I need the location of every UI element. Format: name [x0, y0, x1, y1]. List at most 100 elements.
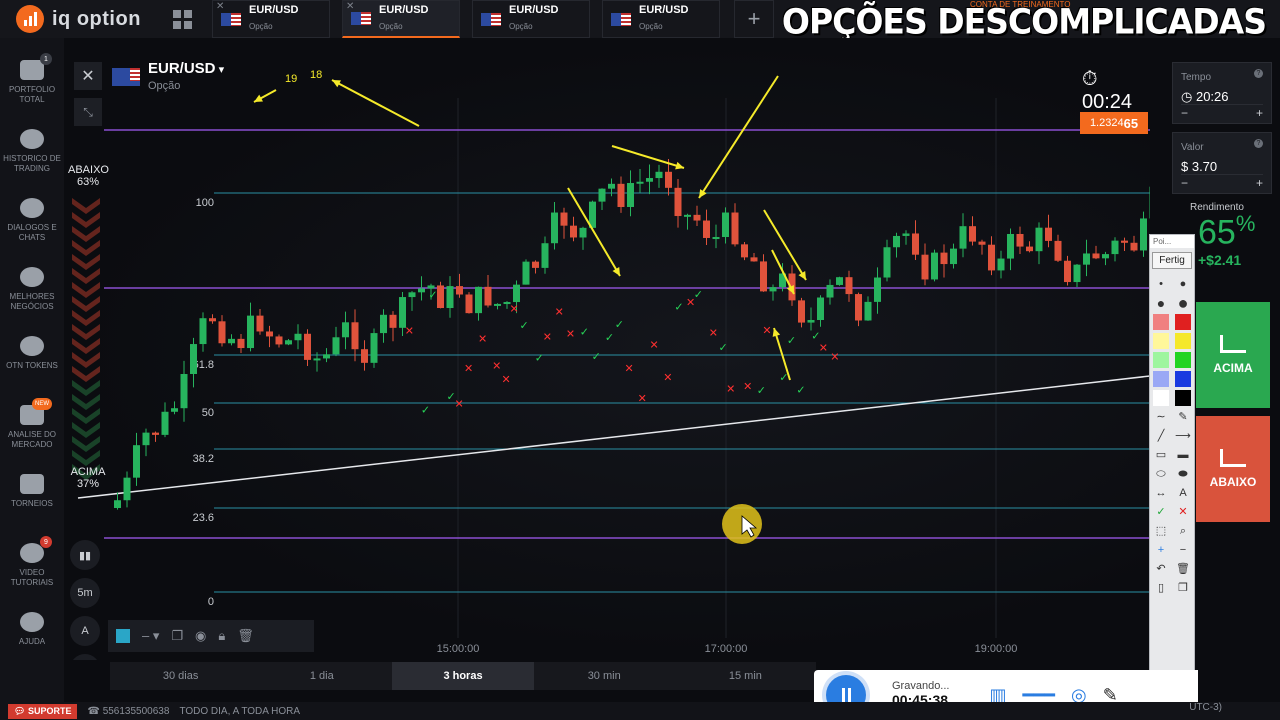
trash-icon[interactable]: 🗑︎: [1175, 561, 1191, 577]
page-icon[interactable]: ▯: [1153, 580, 1169, 596]
plus-button[interactable]: +: [1256, 176, 1263, 190]
line-style-icon[interactable]: – ▾: [142, 628, 159, 644]
ellipse-icon[interactable]: ⬭: [1153, 466, 1169, 482]
color-pink-icon[interactable]: [1153, 314, 1169, 330]
minus-button[interactable]: −: [1181, 106, 1188, 120]
sidebar-item-chats[interactable]: DIALOGOS E CHATS: [0, 176, 64, 245]
win-check-mark: ✓: [787, 334, 796, 347]
freehand-icon[interactable]: ∼: [1153, 409, 1169, 425]
sidebar-item-tournaments[interactable]: TORNEIOS: [0, 452, 64, 521]
color-yellow-icon[interactable]: [1175, 333, 1191, 349]
sentiment-down: ABAIXO 63%: [68, 164, 109, 188]
color-swatch[interactable]: [116, 629, 130, 643]
time-field[interactable]: Tempo? ◷ 20:26 − +: [1172, 62, 1272, 124]
trash-icon[interactable]: 🗑︎: [237, 628, 254, 644]
sentiment-chevron: [72, 310, 100, 326]
close-chart-button[interactable]: ✕: [74, 62, 102, 90]
amount-field[interactable]: Valor? $ 3.70 − +: [1172, 132, 1272, 194]
chart-down-icon: [1220, 449, 1246, 467]
help-icon[interactable]: ?: [1254, 139, 1263, 148]
copy-icon[interactable]: ❐: [1175, 580, 1191, 596]
sidebar-item-video-tutorials[interactable]: 9 VIDEO TUTORIAIS: [0, 521, 64, 590]
sidebar-item-best-deals[interactable]: MELHORES NEGÓCIOS: [0, 245, 64, 314]
tab-close-icon[interactable]: ✕: [346, 1, 354, 12]
color-lightgreen-icon[interactable]: [1153, 352, 1169, 368]
add-icon[interactable]: +: [1153, 542, 1169, 558]
annotation-tools-grid: • ● ● ● ∼ ✎ ╱ ⟶ ▭ ▬ ⬭ ⬬ ↔ A ✓ ✕ ⬚ ⌕ + − ↶ 🗑︎ ▯ ❐: [1150, 273, 1194, 599]
sidebar-item-history[interactable]: HISTORICO DE TRADING: [0, 107, 64, 176]
dot-large-icon[interactable]: ●: [1153, 295, 1169, 311]
color-white-icon[interactable]: [1153, 390, 1169, 406]
timescale-option[interactable]: 30 dias: [110, 662, 251, 690]
color-blue-icon[interactable]: [1175, 371, 1191, 387]
sidebar-item-market-analysis[interactable]: NEW ANALISE DO MERCADO: [0, 383, 64, 452]
support-button[interactable]: 💬︎ SUPORTE: [8, 703, 78, 719]
color-red-icon[interactable]: [1175, 314, 1191, 330]
help-icon[interactable]: ?: [1254, 69, 1263, 78]
win-check-mark: ✓: [796, 384, 805, 397]
annotation-arrow: [763, 209, 807, 281]
select-area-icon[interactable]: ⬚: [1153, 523, 1169, 539]
drawing-tools-icon[interactable]: A: [70, 616, 100, 646]
tab-type: Opção: [379, 21, 403, 31]
color-lightblue-icon[interactable]: [1153, 371, 1169, 387]
rectangle-icon[interactable]: ▭: [1153, 447, 1169, 463]
asset-grid-button[interactable]: [164, 0, 200, 38]
sidebar-item-help[interactable]: AJUDA: [0, 590, 64, 659]
chart-type-icon[interactable]: ▮▮: [70, 540, 100, 570]
undo-icon[interactable]: ↶: [1153, 561, 1169, 577]
plus-button[interactable]: +: [1256, 106, 1263, 120]
candle-body: [152, 432, 159, 435]
color-lightyellow-icon[interactable]: [1153, 333, 1169, 349]
call-up-button[interactable]: ACIMA: [1196, 302, 1270, 408]
double-arrow-icon[interactable]: ↔: [1153, 485, 1169, 501]
asset-header[interactable]: EUR/USD Opção: [112, 60, 224, 92]
timescale-option-selected[interactable]: 3 horas: [392, 662, 534, 690]
chart-area[interactable]: 100 61.8 50 38.2 23.6 0 19 18 ✕ ✓ ✓ ✓ ✕ ✕ ✕ ✕ ✕ ✕ ✓ ✓ ✕ ✕ ✕ ✓ ✓ ✓…: [64, 38, 1150, 660]
price-chart[interactable]: 10061.85038.223.6019 18✕✓✓✓✕✕✕✕✕✕✓✓✕✕✕ ✓✓✓…: [64, 38, 1150, 660]
checkmark-icon[interactable]: ✓: [1153, 504, 1169, 520]
sidebar-item-portfolio[interactable]: 1 PORTFOLIO TOTAL: [0, 38, 64, 107]
asset-tab-3[interactable]: EUR/USD Opção: [472, 0, 590, 38]
copy-icon[interactable]: ❐: [171, 628, 183, 644]
dot-small-icon[interactable]: •: [1153, 276, 1169, 292]
timescale-option[interactable]: 1 dia: [251, 662, 392, 690]
filled-ellipse-icon[interactable]: ⬬: [1175, 466, 1191, 482]
color-green-icon[interactable]: [1175, 352, 1191, 368]
asset-name[interactable]: EUR/USD: [148, 60, 224, 77]
dot-medium-icon[interactable]: ●: [1175, 276, 1191, 292]
pencil-icon[interactable]: ✎: [1175, 409, 1191, 425]
asset-tab-2[interactable]: ✕ EUR/USD Opção: [342, 0, 460, 38]
filled-rectangle-icon[interactable]: ▬: [1175, 447, 1191, 463]
color-black-icon[interactable]: [1175, 390, 1191, 406]
collapse-icon[interactable]: ⤡: [74, 98, 102, 126]
indicators-icon[interactable]: ∿: [70, 654, 100, 660]
sidebar-item-otn-tokens[interactable]: OTN TOKENS: [0, 314, 64, 383]
zoom-icon[interactable]: ⌕: [1175, 523, 1191, 539]
line-icon[interactable]: ╱: [1153, 428, 1169, 444]
add-tab-button[interactable]: +: [734, 0, 774, 38]
candle-body: [114, 500, 121, 508]
tab-close-icon[interactable]: ✕: [216, 1, 224, 12]
minus-button[interactable]: −: [1181, 176, 1188, 190]
sidebar-item-label: TORNEIOS: [11, 499, 53, 508]
visibility-icon[interactable]: ◉: [195, 628, 206, 644]
timeframe-button[interactable]: 5m: [70, 578, 100, 608]
asset-tab-4[interactable]: EUR/USD Opção: [602, 0, 720, 38]
timescale-option[interactable]: 15 min: [675, 662, 816, 690]
remove-icon[interactable]: −: [1175, 542, 1191, 558]
sentiment-chevron: [72, 268, 100, 284]
arrow-line-icon[interactable]: ⟶: [1175, 428, 1191, 444]
dot-xlarge-icon[interactable]: ●: [1175, 294, 1191, 312]
cross-icon[interactable]: ✕: [1175, 504, 1191, 520]
asset-tab-1[interactable]: ✕ EUR/USD Opção: [212, 0, 330, 38]
lock-icon[interactable]: 🔒︎: [218, 628, 225, 644]
amount-value[interactable]: $ 3.70: [1181, 159, 1263, 174]
sentiment-up-label: ACIMA: [70, 466, 106, 478]
iq-option-logo[interactable]: iq option: [0, 5, 160, 33]
put-down-button[interactable]: ABAIXO: [1196, 416, 1270, 522]
text-tool-icon[interactable]: A: [1175, 485, 1191, 501]
done-button[interactable]: Fertig: [1152, 252, 1192, 269]
time-value[interactable]: ◷ 20:26: [1181, 89, 1263, 105]
timescale-option[interactable]: 30 min: [534, 662, 675, 690]
